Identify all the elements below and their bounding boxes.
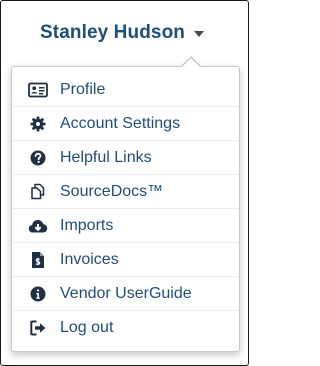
- menu-item-invoices[interactable]: Invoices: [12, 243, 239, 277]
- menu-item-account-settings[interactable]: Account Settings: [12, 107, 239, 141]
- menu-item-sourcedocs[interactable]: SourceDocs™: [12, 175, 239, 209]
- documents-icon: [27, 182, 49, 202]
- info-circle-icon: [27, 284, 49, 304]
- menu-item-vendor-userguide[interactable]: Vendor UserGuide: [12, 277, 239, 311]
- menu-item-label: Vendor UserGuide: [60, 284, 192, 302]
- dropdown-pointer-fill: [182, 58, 200, 67]
- menu-item-helpful-links[interactable]: Helpful Links: [12, 141, 239, 175]
- menu-item-label: Imports: [60, 216, 114, 234]
- cloud-download-icon: [27, 216, 49, 236]
- gear-icon: [27, 114, 49, 134]
- sign-out-icon: [27, 318, 49, 338]
- menu-item-log-out[interactable]: Log out: [12, 311, 239, 345]
- menu-item-label: Invoices: [60, 250, 119, 268]
- invoice-icon: [27, 250, 49, 270]
- menu-item-profile[interactable]: Profile: [12, 73, 239, 107]
- menu-item-label: Profile: [60, 80, 106, 98]
- menu-item-label: Log out: [60, 319, 114, 336]
- caret-down-icon: [193, 31, 204, 37]
- menu-item-label: Helpful Links: [60, 148, 152, 166]
- id-card-icon: [27, 80, 49, 100]
- question-circle-icon: [27, 148, 49, 168]
- menu-item-imports[interactable]: Imports: [12, 209, 239, 243]
- menu-item-label: Account Settings: [60, 114, 181, 132]
- user-dropdown-menu: Profile Account Settings Helpful Links S…: [11, 66, 240, 352]
- user-menu-toggle[interactable]: Stanley Hudson: [40, 21, 204, 45]
- user-name: Stanley Hudson: [40, 22, 185, 43]
- menu-item-label: SourceDocs™: [60, 182, 164, 200]
